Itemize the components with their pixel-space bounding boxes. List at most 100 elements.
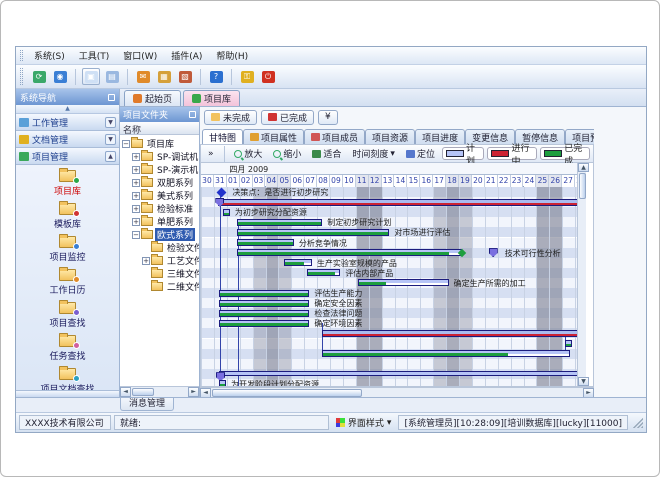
plan-bar[interactable] <box>219 371 577 376</box>
scroll-up-icon[interactable]: ▲ <box>578 163 589 172</box>
tree-item-10[interactable]: 三维文件 <box>120 267 199 280</box>
tree-item-0[interactable]: −项目库 <box>120 137 199 150</box>
toolbar-button-sync-icon[interactable]: ⟳ <box>30 68 48 85</box>
toolbar-button-layout-icon[interactable]: ▤ <box>103 68 121 85</box>
scroll-left-icon[interactable]: ◄ <box>120 387 131 397</box>
mini-task-icon[interactable] <box>223 209 230 216</box>
gantt-tab-3[interactable]: 项目资源 <box>365 129 415 144</box>
collapse-minus-icon[interactable]: − <box>122 140 130 148</box>
sidebar-item-5[interactable]: 任务查找 <box>16 333 119 362</box>
tab-起始页[interactable]: 起始页 <box>124 90 181 106</box>
tree-item-5[interactable]: +检验标准 <box>120 202 199 215</box>
tree-item-8[interactable]: 检验文件 <box>120 241 199 254</box>
toolbar-button-report-icon[interactable]: ▧ <box>176 68 194 85</box>
toolbar-button-window-icon[interactable]: ▣ <box>82 68 100 85</box>
tree-column-header[interactable]: 名称 <box>120 122 199 135</box>
task-bar[interactable] <box>358 279 448 286</box>
expand-plus-icon[interactable]: + <box>132 192 140 200</box>
scroll-right-icon[interactable]: ► <box>583 388 594 398</box>
tree-item-9[interactable]: +工艺文件 <box>120 254 199 267</box>
toolbar-button-globe-icon[interactable]: ◉ <box>51 68 69 85</box>
menu-3[interactable]: 插件(A) <box>164 47 209 64</box>
chevron-up-icon[interactable]: ▲ <box>105 151 116 162</box>
hscroll-thumb[interactable] <box>212 389 362 397</box>
toolbar-button-mail-icon[interactable]: ✉ <box>134 68 152 85</box>
expand-plus-icon[interactable]: + <box>142 257 150 265</box>
sidebar-item-2[interactable]: 项目监控 <box>16 234 119 263</box>
tree-item-7[interactable]: −欧式系列 <box>120 228 199 241</box>
task-bar[interactable] <box>219 290 309 297</box>
task-bar[interactable] <box>237 229 389 236</box>
gantt-tab-4[interactable]: 项目进度 <box>415 129 465 144</box>
gantt-body[interactable]: 决策点：是否进行初步研究为初步研究分配资源制定初步研究计划对市场进行评估分析竞争… <box>201 187 577 386</box>
toolbar-button-help-icon[interactable]: ? <box>207 68 225 85</box>
zoom-in-button[interactable]: 放大 <box>230 146 266 161</box>
gantt-tab-1[interactable]: 项目属性 <box>243 129 304 144</box>
gantt-horizontal-scrollbar[interactable]: ◄ ► <box>200 387 594 397</box>
task-bar[interactable] <box>219 300 309 307</box>
message-management-tab[interactable]: 消息管理 <box>120 398 174 411</box>
tree-horizontal-scrollbar[interactable]: ◄ ► <box>120 386 199 397</box>
tab-项目库[interactable]: 项目库 <box>183 90 240 106</box>
sidebar-item-3[interactable]: 工作日历 <box>16 267 119 296</box>
nav-section-1[interactable]: 文档管理▼ <box>16 131 119 148</box>
tree-item-11[interactable]: 二维文件 <box>120 280 199 293</box>
sidebar-item-1[interactable]: 模板库 <box>16 201 119 230</box>
nav-section-2[interactable]: 项目管理▲ <box>16 148 119 165</box>
task-bar[interactable] <box>219 320 309 327</box>
scroll-down-icon[interactable]: ▼ <box>578 377 589 386</box>
chevron-down-icon[interactable]: ▼ <box>105 134 116 145</box>
tree-item-6[interactable]: +单肥系列 <box>120 215 199 228</box>
chevron-down-icon[interactable]: ▼ <box>105 117 116 128</box>
tree-item-2[interactable]: +SP-演示机系 <box>120 163 199 176</box>
locate-button[interactable]: 定位 <box>402 146 439 161</box>
tree-item-1[interactable]: +SP-调试机系 <box>120 150 199 163</box>
expand-plus-icon[interactable]: + <box>132 218 140 226</box>
gantt-tab-0[interactable]: 甘特图 <box>202 129 243 144</box>
filter-button-0[interactable]: 未完成 <box>204 110 257 125</box>
nav-scroll-up[interactable]: ▲ <box>16 105 119 114</box>
toolbar-button-calendar-icon[interactable]: ▦ <box>155 68 173 85</box>
gantt-vertical-scrollbar[interactable]: ▲ ▼ <box>577 163 586 386</box>
sidebar-item-6[interactable]: 项目文档查找 <box>16 366 119 390</box>
task-bar[interactable] <box>237 239 294 246</box>
fit-button[interactable]: 适合 <box>308 146 345 161</box>
mini-task-icon[interactable] <box>565 340 572 347</box>
expand-plus-icon[interactable]: + <box>132 205 140 213</box>
vscroll-thumb[interactable] <box>579 173 586 199</box>
gantt-chart[interactable]: 四月 2009 30310102030405060708091011121314… <box>201 163 577 386</box>
menu-0[interactable]: 系统(S) <box>27 47 72 64</box>
resize-grip[interactable] <box>633 418 643 428</box>
task-bar[interactable] <box>322 350 570 357</box>
expand-plus-icon[interactable]: + <box>132 153 140 161</box>
filter-button-2[interactable]: ¥ <box>318 110 338 125</box>
nav-section-0[interactable]: 工作管理▼ <box>16 114 119 131</box>
tree-pin-icon[interactable] <box>189 111 196 118</box>
summary-bar[interactable] <box>322 330 577 337</box>
tree-item-4[interactable]: +美式系列 <box>120 189 199 202</box>
sidebar-item-4[interactable]: 项目查找 <box>16 300 119 329</box>
task-bar[interactable] <box>237 219 322 226</box>
zoom-out-button[interactable]: 缩小 <box>269 146 305 161</box>
menu-2[interactable]: 窗口(W) <box>116 47 164 64</box>
task-bar[interactable] <box>307 269 341 276</box>
tree-item-3[interactable]: +双肥系列 <box>120 176 199 189</box>
menu-4[interactable]: 帮助(H) <box>209 47 255 64</box>
task-bar[interactable] <box>284 259 312 266</box>
collapse-minus-icon[interactable]: − <box>132 231 140 239</box>
interface-style-button[interactable]: 界面样式▾ <box>332 416 396 429</box>
task-bar[interactable] <box>237 249 461 256</box>
toolbar-button-lock-icon[interactable]: ⚿ <box>238 68 256 85</box>
gantt-tab-2[interactable]: 项目成员 <box>304 129 365 144</box>
mini-task-icon[interactable] <box>219 380 226 386</box>
timescale-button[interactable]: 时间刻度▾ <box>348 146 399 161</box>
scroll-left-icon[interactable]: ◄ <box>200 388 211 398</box>
filter-button-1[interactable]: 已完成 <box>261 110 314 125</box>
toolbar-overflow-button[interactable]: » <box>204 148 218 160</box>
sidebar-item-0[interactable]: 项目库 <box>16 168 119 197</box>
scroll-thumb[interactable] <box>132 388 154 396</box>
pin-icon[interactable] <box>108 94 115 101</box>
scroll-right-icon[interactable]: ► <box>188 387 199 397</box>
expand-plus-icon[interactable]: + <box>132 166 140 174</box>
task-bar[interactable] <box>219 310 309 317</box>
